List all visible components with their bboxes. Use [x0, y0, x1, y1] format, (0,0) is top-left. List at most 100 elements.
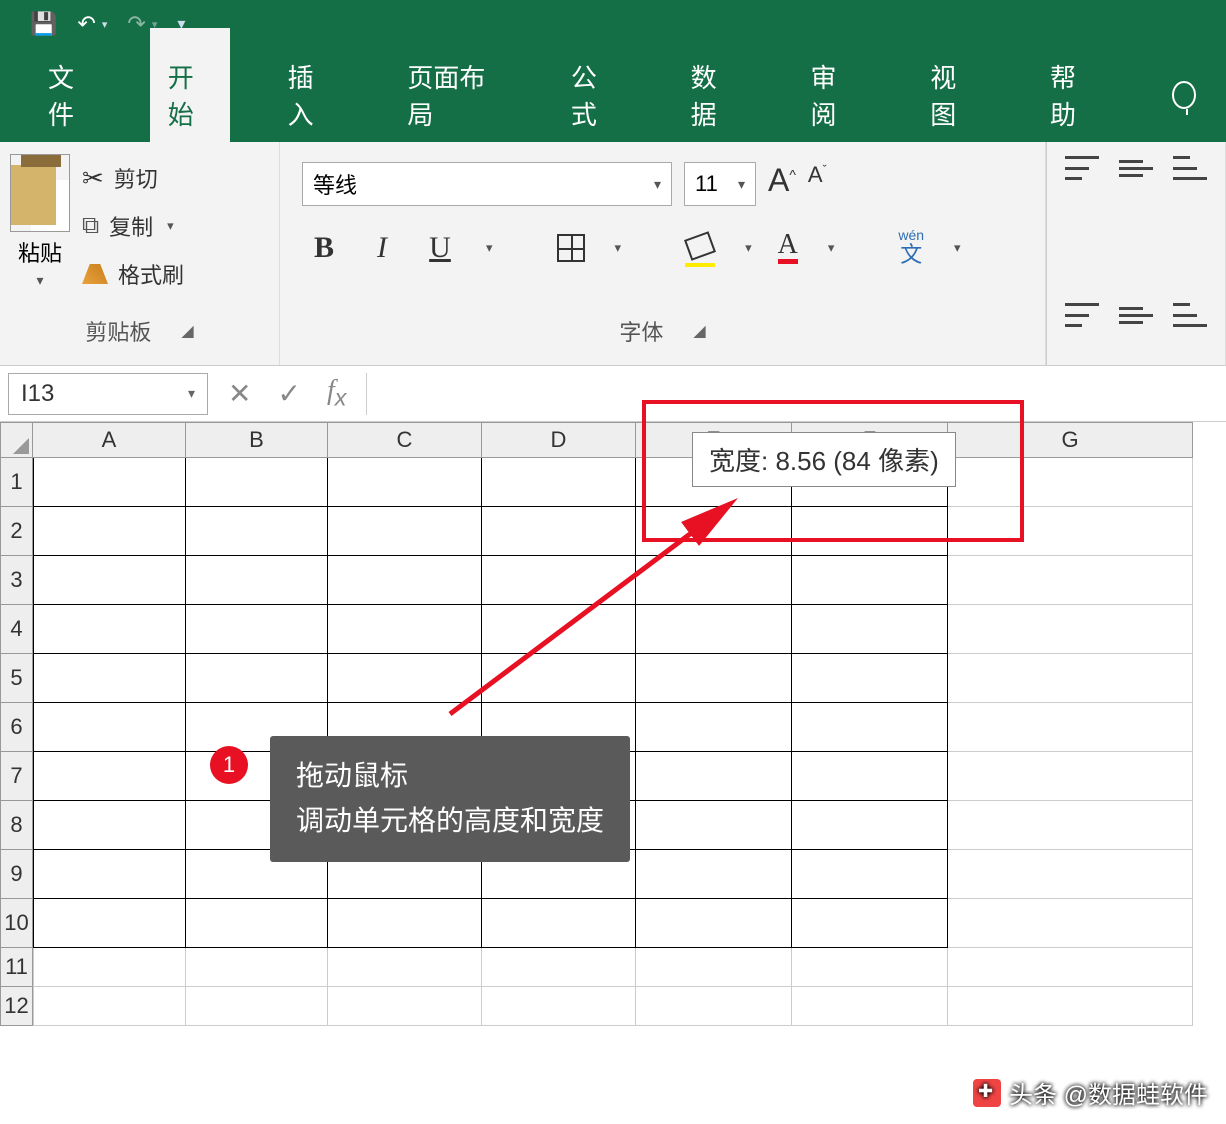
fill-color-icon[interactable]	[685, 235, 715, 261]
cell[interactable]	[792, 899, 948, 948]
cell[interactable]	[948, 752, 1193, 801]
cell[interactable]	[792, 556, 948, 605]
font-name-select[interactable]: 等线▾	[302, 162, 672, 206]
cell[interactable]	[482, 556, 636, 605]
row-header[interactable]: 5	[0, 654, 33, 703]
redo-icon[interactable]: ↷▾	[127, 11, 157, 37]
cell[interactable]	[328, 948, 482, 987]
cell[interactable]	[482, 987, 636, 1026]
cell[interactable]	[948, 654, 1193, 703]
align-bottom-icon[interactable]	[1173, 156, 1207, 180]
clipboard-launcher-icon[interactable]: ◢	[181, 321, 193, 341]
cell[interactable]	[636, 948, 792, 987]
copy-button[interactable]: ⧉复制▾	[82, 210, 184, 242]
cell[interactable]	[328, 654, 482, 703]
column-header[interactable]: D	[482, 422, 636, 458]
cell[interactable]	[792, 703, 948, 752]
column-header[interactable]: B	[186, 422, 328, 458]
row-header[interactable]: 3	[0, 556, 33, 605]
cell[interactable]	[328, 605, 482, 654]
cell[interactable]	[328, 987, 482, 1026]
cell[interactable]	[33, 654, 186, 703]
cancel-formula-icon[interactable]: ✕	[228, 377, 251, 410]
cell[interactable]	[482, 899, 636, 948]
cell[interactable]	[186, 987, 328, 1026]
row-header[interactable]: 7	[0, 752, 33, 801]
cell[interactable]	[482, 507, 636, 556]
cell[interactable]	[948, 703, 1193, 752]
cell[interactable]	[948, 605, 1193, 654]
align-center-icon[interactable]	[1119, 303, 1153, 327]
align-right-icon[interactable]	[1173, 303, 1207, 327]
align-left-icon[interactable]	[1065, 303, 1099, 327]
cell[interactable]	[33, 987, 186, 1026]
cell[interactable]	[186, 556, 328, 605]
row-header[interactable]: 4	[0, 605, 33, 654]
font-size-select[interactable]: 11▾	[684, 162, 756, 206]
cell[interactable]	[186, 654, 328, 703]
border-icon[interactable]	[557, 234, 585, 262]
cell[interactable]	[948, 948, 1193, 987]
cell[interactable]	[482, 654, 636, 703]
cell[interactable]	[636, 987, 792, 1026]
cell[interactable]	[328, 458, 482, 507]
decrease-font-button[interactable]: Aˇ	[808, 162, 827, 206]
font-launcher-icon[interactable]: ◢	[693, 321, 705, 341]
cell[interactable]	[948, 801, 1193, 850]
cell[interactable]	[948, 987, 1193, 1026]
cell[interactable]	[792, 654, 948, 703]
bold-button[interactable]: B	[308, 231, 340, 265]
tell-me-icon[interactable]	[1172, 81, 1196, 109]
paste-button[interactable]: 粘贴 ▾	[10, 154, 70, 309]
format-painter-button[interactable]: 格式刷	[82, 258, 184, 290]
cell[interactable]	[482, 948, 636, 987]
cell[interactable]	[948, 899, 1193, 948]
cell[interactable]	[33, 556, 186, 605]
cell[interactable]	[33, 752, 186, 801]
increase-font-button[interactable]: A^	[768, 162, 796, 206]
row-header[interactable]: 1	[0, 458, 33, 507]
cell[interactable]	[792, 850, 948, 899]
cell[interactable]	[636, 899, 792, 948]
cell[interactable]	[33, 899, 186, 948]
cell[interactable]	[186, 605, 328, 654]
cell[interactable]	[186, 948, 328, 987]
row-header[interactable]: 2	[0, 507, 33, 556]
cell[interactable]	[792, 948, 948, 987]
cell[interactable]	[328, 507, 482, 556]
cell[interactable]	[33, 458, 186, 507]
cell[interactable]	[328, 899, 482, 948]
row-header[interactable]: 12	[0, 987, 33, 1026]
cell[interactable]	[792, 605, 948, 654]
cell[interactable]	[636, 556, 792, 605]
select-all-corner[interactable]	[0, 422, 33, 458]
italic-button[interactable]: I	[366, 231, 398, 265]
row-header[interactable]: 6	[0, 703, 33, 752]
cell[interactable]	[636, 605, 792, 654]
cell[interactable]	[636, 654, 792, 703]
underline-button[interactable]: U	[424, 231, 456, 265]
row-header[interactable]: 8	[0, 801, 33, 850]
row-header[interactable]: 9	[0, 850, 33, 899]
cell[interactable]	[792, 801, 948, 850]
cell[interactable]	[948, 850, 1193, 899]
row-header[interactable]: 10	[0, 899, 33, 948]
cell[interactable]	[33, 703, 186, 752]
enter-formula-icon[interactable]: ✓	[277, 377, 300, 410]
cell[interactable]	[33, 850, 186, 899]
cell[interactable]	[636, 850, 792, 899]
cell[interactable]	[792, 987, 948, 1026]
cut-button[interactable]: ✂剪切	[82, 162, 184, 194]
paste-dropdown-icon[interactable]: ▾	[36, 272, 43, 289]
cell[interactable]	[186, 458, 328, 507]
cell[interactable]	[482, 605, 636, 654]
cell[interactable]	[948, 556, 1193, 605]
cell[interactable]	[33, 801, 186, 850]
cell[interactable]	[636, 801, 792, 850]
column-header[interactable]: A	[33, 422, 186, 458]
align-top-icon[interactable]	[1065, 156, 1099, 180]
cell[interactable]	[33, 507, 186, 556]
name-box[interactable]: I13▾	[8, 373, 208, 415]
font-color-icon[interactable]: A	[778, 231, 798, 264]
cell[interactable]	[186, 507, 328, 556]
